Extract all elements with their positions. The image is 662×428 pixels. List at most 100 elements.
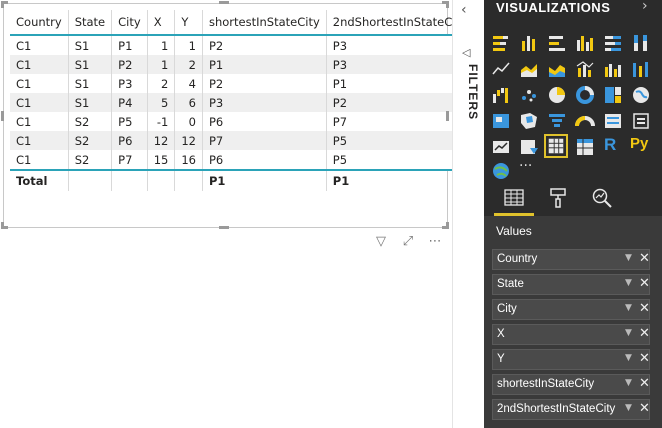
close-icon[interactable]: ✕ — [639, 276, 650, 291]
close-icon[interactable]: ✕ — [639, 351, 650, 366]
matrix-icon[interactable] — [574, 136, 596, 158]
close-icon[interactable]: ✕ — [639, 251, 650, 266]
r-script-visual-icon[interactable]: R — [604, 135, 626, 157]
resize-handle-top[interactable] — [219, 1, 229, 4]
filter-icon[interactable]: ▽ — [372, 234, 390, 250]
column-header-city[interactable]: City — [111, 10, 148, 36]
tab-fields[interactable] — [494, 182, 534, 216]
expand-chevron-icon[interactable]: ‹ — [461, 2, 467, 18]
field-well-label: State — [497, 278, 524, 290]
field-well-item[interactable]: X ▼ ✕ — [492, 324, 650, 345]
cell-x: -1 — [146, 112, 175, 131]
clustered-bar-chart-icon[interactable] — [546, 32, 568, 54]
close-icon[interactable]: ✕ — [639, 401, 650, 416]
table-row[interactable]: C1 S2 P7 15 16 P6 P5 — [10, 150, 473, 170]
resize-handle-left[interactable] — [1, 111, 4, 121]
field-well-item[interactable]: City ▼ ✕ — [492, 299, 650, 320]
column-header-2nd-shortest[interactable]: 2ndShortestInStateCity — [325, 10, 473, 36]
chevron-down-icon[interactable]: ▼ — [625, 278, 632, 288]
close-icon[interactable]: ✕ — [639, 376, 650, 391]
gauge-icon[interactable] — [574, 110, 596, 132]
scatter-chart-icon[interactable] — [518, 84, 540, 106]
map-icon[interactable] — [630, 84, 652, 106]
table-row[interactable]: C1 S2 P5 -1 0 P6 P7 — [10, 112, 473, 131]
filters-label[interactable]: FILTERS — [458, 64, 480, 144]
table-row[interactable]: C1 S1 P2 1 2 P1 P3 — [10, 55, 473, 74]
field-well-item[interactable]: Country ▼ ✕ — [492, 249, 650, 270]
100-stacked-bar-chart-icon[interactable] — [602, 32, 624, 54]
ribbon-chart-icon[interactable] — [630, 58, 652, 80]
chevron-down-icon[interactable]: ▼ — [625, 378, 632, 388]
field-well-item[interactable]: shortestInStateCity ▼ ✕ — [492, 374, 650, 395]
table-row[interactable]: C1 S1 P1 1 1 P2 P3 — [10, 35, 473, 55]
100-stacked-column-chart-icon[interactable] — [630, 32, 652, 54]
cell-city: P5 — [111, 112, 148, 131]
chevron-down-icon[interactable]: ▼ — [625, 303, 632, 313]
more-visuals-icon[interactable]: ··· — [519, 158, 541, 180]
treemap-icon[interactable] — [602, 84, 624, 106]
field-well-item[interactable]: State ▼ ✕ — [492, 274, 650, 295]
values-well: Values Country ▼ ✕ State ▼ ✕ City ▼ ✕ X ▼ ✕ Y ▼ ✕ short… — [484, 216, 662, 428]
chevron-down-icon[interactable]: ▼ — [625, 328, 632, 338]
table-row[interactable]: C1 S1 P4 5 6 P3 P2 — [10, 93, 473, 112]
field-well-label: Y — [497, 353, 505, 365]
cell-country: C1 — [10, 93, 69, 112]
cell-x: 12 — [146, 131, 175, 150]
cell-2nd-shortest: P1 — [325, 74, 473, 93]
arcgis-map-icon[interactable] — [490, 160, 512, 182]
fields-grid-icon — [504, 189, 524, 206]
shape-map-icon[interactable] — [518, 110, 540, 132]
chevron-down-icon[interactable]: ▼ — [625, 353, 632, 363]
stacked-area-chart-icon[interactable] — [546, 58, 568, 80]
chevron-down-icon[interactable]: ▼ — [625, 253, 632, 263]
resize-handle-bottom-right[interactable] — [446, 222, 449, 229]
column-header-x[interactable]: X — [146, 10, 175, 36]
close-icon[interactable]: ✕ — [639, 301, 650, 316]
slicer-icon[interactable] — [518, 136, 540, 158]
pie-chart-icon[interactable] — [546, 84, 568, 106]
table-visual-selected[interactable] — [544, 134, 568, 158]
field-well-label: City — [497, 303, 517, 315]
line-and-column-chart-icon[interactable] — [574, 58, 596, 80]
waterfall-chart-icon[interactable] — [490, 84, 512, 106]
table-row[interactable]: C1 S1 P3 2 4 P2 P1 — [10, 74, 473, 93]
filters-pane-collapsed[interactable]: ‹ ◁ FILTERS — [452, 0, 485, 428]
collapse-pane-chevron-icon[interactable]: › — [642, 0, 648, 14]
tab-analytics[interactable] — [582, 182, 622, 216]
table-row[interactable]: C1 S2 P6 12 12 P7 P5 — [10, 131, 473, 150]
filled-map-icon[interactable] — [490, 110, 512, 132]
column-header-country[interactable]: Country — [10, 10, 69, 36]
more-options-icon[interactable]: ⋯ — [426, 234, 444, 250]
column-header-state[interactable]: State — [67, 10, 112, 36]
field-well-item[interactable]: Y ▼ ✕ — [492, 349, 650, 370]
cell-country: C1 — [10, 35, 69, 55]
resize-handle-right[interactable] — [446, 111, 449, 121]
field-well-item[interactable]: 2ndShortestInStateCity ▼ ✕ — [492, 399, 650, 420]
column-header-shortest[interactable]: shortestInStateCity — [201, 10, 327, 36]
cell-x: 5 — [146, 93, 175, 112]
line-and-clustered-column-chart-icon[interactable] — [602, 58, 624, 80]
column-header-y[interactable]: Y — [174, 10, 203, 36]
resize-handle-top-left[interactable] — [1, 1, 4, 8]
kpi-icon[interactable] — [490, 136, 512, 158]
donut-chart-icon[interactable] — [574, 84, 596, 106]
card-icon[interactable] — [630, 110, 652, 132]
stacked-bar-chart-icon[interactable] — [490, 32, 512, 54]
python-visual-icon[interactable]: Py — [630, 135, 656, 157]
stacked-column-chart-icon[interactable] — [518, 32, 540, 54]
multi-row-card-icon[interactable] — [602, 110, 624, 132]
line-chart-icon[interactable] — [490, 58, 512, 80]
resize-handle-bottom[interactable] — [219, 226, 229, 229]
table-visual[interactable]: Country State City X Y shortestInStateCi… — [1, 1, 473, 229]
resize-handle-bottom-left[interactable] — [1, 222, 4, 229]
cell-country: C1 — [10, 131, 69, 150]
clustered-column-chart-icon[interactable] — [574, 32, 596, 54]
close-icon[interactable]: ✕ — [639, 326, 650, 341]
chevron-down-icon[interactable]: ▼ — [625, 403, 632, 413]
tab-format[interactable] — [538, 182, 578, 216]
resize-handle-top-right[interactable] — [446, 1, 449, 8]
focus-mode-icon[interactable]: ⤢ — [399, 234, 417, 250]
field-well-label: X — [497, 328, 505, 340]
area-chart-icon[interactable] — [518, 58, 540, 80]
funnel-chart-icon[interactable] — [546, 110, 568, 132]
